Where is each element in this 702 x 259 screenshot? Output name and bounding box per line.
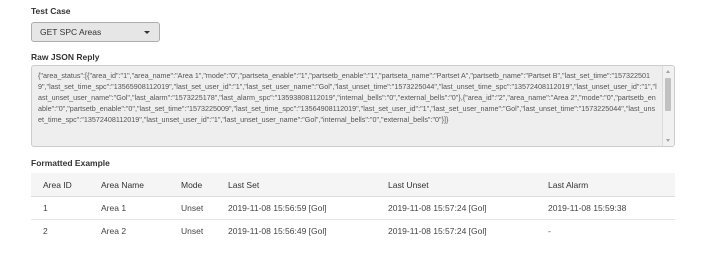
cell-area-id: 2	[31, 219, 89, 242]
raw-json-label: Raw JSON Reply	[31, 52, 100, 62]
cell-last-unset: 2019-11-08 15:57:24 [Gol]	[376, 219, 536, 242]
scroll-up-arrow-icon[interactable]	[666, 70, 670, 73]
header-last-unset: Last Unset	[376, 173, 536, 197]
scroll-thumb[interactable]	[665, 78, 671, 111]
header-area-id: Area ID	[31, 173, 89, 197]
header-last-set: Last Set	[216, 173, 376, 197]
test-case-label: Test Case	[31, 6, 71, 16]
formatted-table: Area ID Area Name Mode Last Set Last Uns…	[31, 173, 675, 242]
cell-area-name: Area 2	[89, 219, 169, 242]
header-area-name: Area Name	[89, 173, 169, 197]
header-last-alarm: Last Alarm	[536, 173, 675, 197]
table-header-row: Area ID Area Name Mode Last Set Last Uns…	[31, 173, 675, 197]
test-case-selected-value: GET SPC Areas	[40, 27, 102, 37]
cell-last-alarm: -	[536, 219, 675, 242]
cell-last-alarm: 2019-11-08 15:59:38	[536, 196, 675, 220]
raw-json-scrollbar[interactable]	[662, 66, 674, 146]
cell-mode: Unset	[169, 219, 216, 242]
caret-down-icon	[144, 31, 150, 34]
cell-last-unset: 2019-11-08 15:57:24 [Gol]	[376, 196, 536, 220]
table-row: 2 Area 2 Unset 2019-11-08 15:56:49 [Gol]…	[31, 219, 675, 242]
formatted-example-label: Formatted Example	[31, 158, 110, 168]
raw-json-content: {"area_status":[{"area_id":"1","area_nam…	[38, 71, 657, 124]
scroll-down-arrow-icon[interactable]	[666, 139, 670, 142]
table-row: 1 Area 1 Unset 2019-11-08 15:56:59 [Gol]…	[31, 196, 675, 220]
header-mode: Mode	[169, 173, 216, 197]
cell-mode: Unset	[169, 196, 216, 220]
cell-last-set: 2019-11-08 15:56:49 [Gol]	[216, 219, 376, 242]
cell-last-set: 2019-11-08 15:56:59 [Gol]	[216, 196, 376, 220]
cell-area-name: Area 1	[89, 196, 169, 220]
test-case-select[interactable]: GET SPC Areas	[31, 22, 160, 42]
raw-json-textarea[interactable]: {"area_status":[{"area_id":"1","area_nam…	[31, 65, 675, 147]
cell-area-id: 1	[31, 196, 89, 220]
